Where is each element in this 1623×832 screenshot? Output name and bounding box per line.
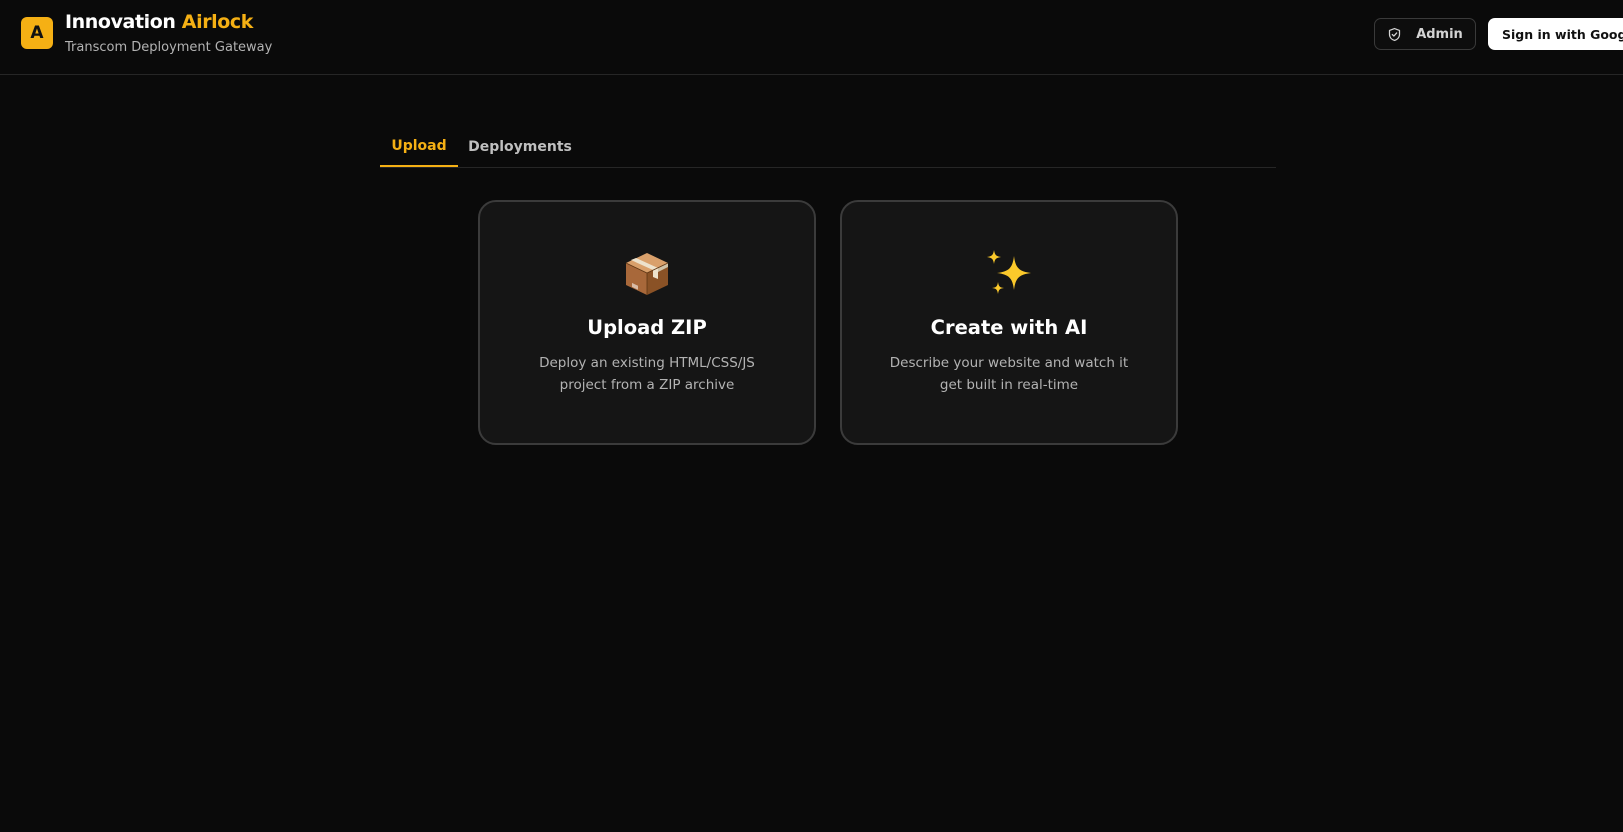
- package-icon: [480, 248, 814, 298]
- tab-upload[interactable]: Upload: [380, 126, 458, 167]
- upload-zip-title: Upload ZIP: [587, 316, 707, 339]
- app-title-primary: Innovation: [65, 11, 176, 33]
- app-subtitle: Transcom Deployment Gateway: [65, 40, 273, 55]
- app-header: A Innovation Airlock Transcom Deployment…: [0, 0, 1623, 75]
- main-tabs: Upload Deployments: [380, 126, 1276, 168]
- app-title-accent: Airlock: [181, 11, 254, 33]
- create-with-ai-title: Create with AI: [930, 316, 1088, 339]
- create-with-ai-card[interactable]: Create with AI Describe your website and…: [840, 200, 1178, 445]
- admin-button-label: Admin: [1416, 26, 1463, 42]
- create-with-ai-description: Describe your website and watch it get b…: [889, 355, 1129, 393]
- sign-in-google-button[interactable]: Sign in with Google: [1488, 18, 1623, 50]
- upload-zip-card[interactable]: Upload ZIP Deploy an existing HTML/CSS/J…: [478, 200, 816, 445]
- shield-check-icon: [1387, 27, 1402, 42]
- sparkles-icon: [842, 248, 1176, 298]
- logo-badge: A: [21, 17, 53, 49]
- admin-button[interactable]: Admin: [1374, 18, 1476, 50]
- sign-in-google-label: Sign in with Google: [1502, 26, 1623, 42]
- tab-deployments[interactable]: Deployments: [458, 126, 582, 167]
- app-title: Innovation Airlock: [65, 11, 253, 33]
- upload-zip-description: Deploy an existing HTML/CSS/JS project f…: [539, 355, 755, 393]
